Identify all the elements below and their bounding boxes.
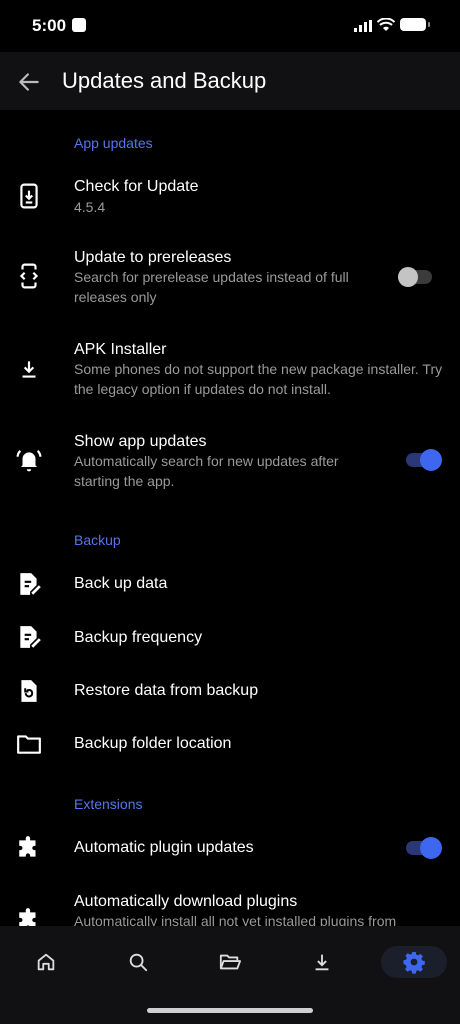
prereleases-subtitle: Search for prerelease updates instead of… bbox=[74, 269, 349, 305]
app-bar: Updates and Backup bbox=[0, 52, 460, 110]
search-icon bbox=[129, 953, 148, 972]
puzzle-icon bbox=[19, 836, 36, 857]
download-icon bbox=[315, 954, 329, 971]
check-update-title: Check for Update bbox=[74, 178, 199, 195]
plugin-updates-toggle[interactable] bbox=[406, 837, 442, 859]
check-update-version: 4.5.4 bbox=[74, 199, 106, 215]
puzzle-icon bbox=[19, 908, 36, 926]
download-plugins-title: Automatically download plugins bbox=[74, 893, 298, 910]
file-edit-icon bbox=[20, 626, 41, 648]
nav-library[interactable] bbox=[205, 946, 255, 978]
folder-open-icon bbox=[219, 954, 241, 970]
restore-data-title: Restore data from backup bbox=[74, 682, 259, 699]
nav-home[interactable] bbox=[21, 946, 71, 978]
toggle-knob bbox=[420, 837, 442, 859]
prereleases-title: Update to prereleases bbox=[74, 249, 232, 266]
plugin-updates-title: Automatic plugin updates bbox=[74, 839, 254, 856]
folder-icon bbox=[17, 735, 41, 754]
home-indicator bbox=[147, 1008, 313, 1013]
file-edit-icon bbox=[20, 573, 41, 595]
toggle-knob bbox=[420, 449, 442, 471]
page-title: Updates and Backup bbox=[62, 68, 267, 93]
phone-download-icon bbox=[20, 183, 38, 209]
status-bar: 5:00 bbox=[0, 0, 460, 52]
phone-code-icon bbox=[19, 263, 39, 289]
download-icon bbox=[22, 361, 36, 378]
notification-icon bbox=[72, 18, 86, 32]
wifi-icon bbox=[377, 18, 395, 31]
home-icon bbox=[37, 953, 55, 971]
toggle-knob bbox=[398, 267, 418, 287]
apk-installer-subtitle: Some phones do not support the new packa… bbox=[74, 361, 443, 397]
signal-icon bbox=[354, 20, 372, 32]
show-updates-title: Show app updates bbox=[74, 433, 207, 450]
nav-downloads[interactable] bbox=[297, 946, 347, 978]
section-extensions: Extensions bbox=[74, 796, 143, 812]
back-up-data-title: Back up data bbox=[74, 575, 168, 592]
show-updates-subtitle: Automatically search for new updates aft… bbox=[74, 453, 339, 489]
prereleases-toggle[interactable] bbox=[398, 267, 432, 287]
settings-icon bbox=[403, 952, 425, 974]
backup-folder-title: Backup folder location bbox=[74, 735, 232, 752]
download-plugins-subtitle: Automatically install all not yet instal… bbox=[74, 913, 397, 926]
backup-frequency-title: Backup frequency bbox=[74, 629, 203, 646]
file-restore-icon bbox=[21, 680, 37, 702]
status-time: 5:00 bbox=[32, 16, 67, 35]
nav-settings[interactable] bbox=[381, 946, 447, 978]
apk-installer-title: APK Installer bbox=[74, 341, 167, 358]
bell-alert-icon bbox=[16, 450, 42, 472]
back-arrow-icon[interactable] bbox=[16, 69, 42, 95]
section-app-updates: App updates bbox=[74, 135, 153, 151]
section-backup: Backup bbox=[74, 532, 121, 548]
show-updates-toggle[interactable] bbox=[406, 449, 442, 471]
settings-list[interactable]: App updates Check for Update 4.5.4 Updat… bbox=[0, 110, 460, 926]
battery-icon bbox=[400, 18, 430, 31]
nav-search[interactable] bbox=[113, 946, 163, 978]
